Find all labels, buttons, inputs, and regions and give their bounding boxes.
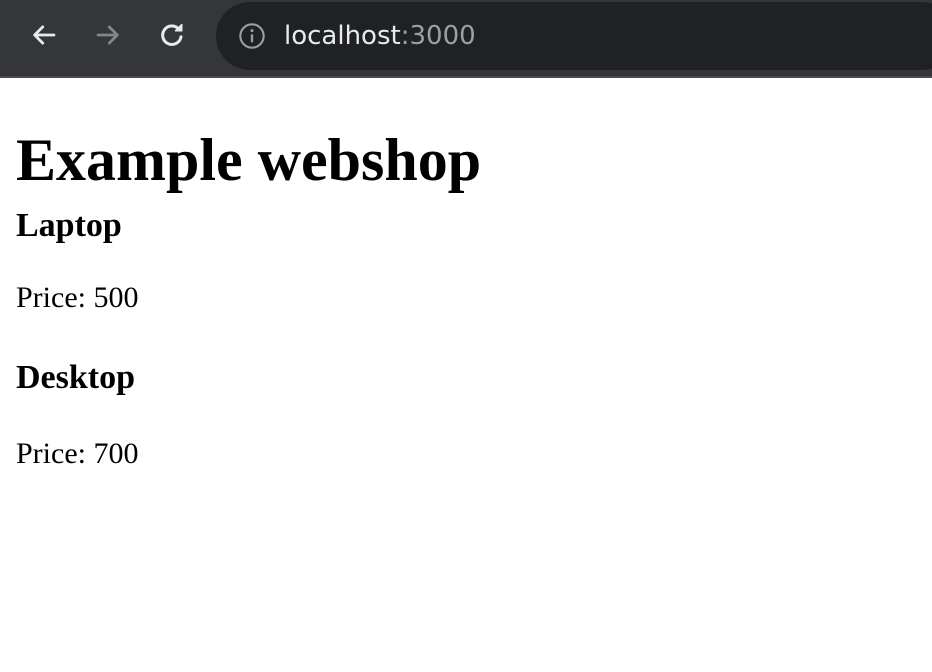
arrow-right-icon	[93, 20, 123, 50]
product-name: Laptop	[16, 207, 122, 244]
url-port: :3000	[400, 21, 476, 51]
page-title: Example webshop	[16, 127, 482, 193]
page-content: Example webshop Laptop Price: 500 Deskto…	[16, 80, 932, 472]
product-price: Price: 700	[16, 437, 139, 470]
reload-icon	[157, 20, 187, 50]
info-icon[interactable]	[238, 22, 266, 50]
product-item: Desktop Price: 700	[16, 358, 932, 472]
product-item: Laptop Price: 500	[16, 206, 932, 316]
url-host: localhost	[284, 21, 401, 51]
product-price: Price: 500	[16, 281, 139, 314]
forward-button[interactable]	[90, 17, 126, 53]
back-button[interactable]	[26, 17, 62, 53]
address-bar[interactable]: localhost:3000	[216, 2, 932, 70]
arrow-left-icon	[29, 20, 59, 50]
product-name: Desktop	[16, 359, 136, 396]
reload-button[interactable]	[154, 17, 190, 53]
browser-toolbar: localhost:3000	[0, 0, 932, 78]
url-text[interactable]: localhost:3000	[284, 19, 476, 53]
